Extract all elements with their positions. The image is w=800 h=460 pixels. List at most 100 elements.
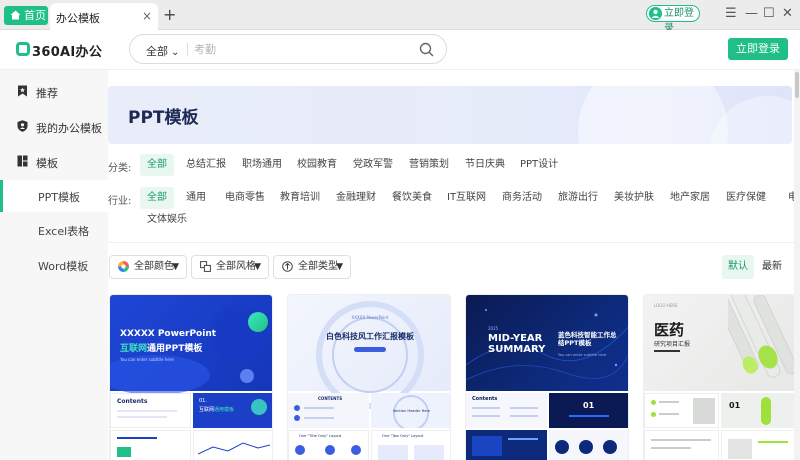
template-thumbnails: Contents 01. 互联网通用模板: [110, 393, 272, 460]
category-chip[interactable]: PPT设计: [520, 154, 558, 176]
cover-line: [654, 350, 680, 352]
thumbnail-number: 01.: [199, 398, 207, 404]
category-chip[interactable]: 营销策划: [409, 154, 449, 176]
sort-default-button[interactable]: 默认: [722, 255, 754, 279]
titlebar-login-button[interactable]: 立即登录: [646, 5, 700, 34]
minimize-icon[interactable]: —: [745, 6, 758, 21]
main-content: PPT模板 分类: 全部 总结汇报 职场通用 校园教育 党政军警 营销策划 节日…: [108, 70, 800, 460]
cover-logo: LOGO HERE: [654, 303, 678, 308]
industry-chip[interactable]: 电商零售: [225, 187, 265, 209]
industry-filter-row: 行业: 全部 通用 电商零售 教育培训 金融理财 餐饮美食 IT互联网 商务活动…: [108, 187, 800, 233]
search-icon[interactable]: [419, 42, 434, 57]
color-wheel-icon: [118, 261, 129, 272]
thumbnail-block: [728, 439, 752, 459]
thumbnail-block: [117, 447, 131, 457]
category-chip[interactable]: 党政军警: [353, 154, 393, 176]
thumbnail: One "Two Only" Layout: [371, 430, 450, 460]
industry-chip[interactable]: 商务活动: [502, 187, 542, 209]
industry-chip[interactable]: 通用: [186, 187, 206, 209]
template-card[interactable]: XXXXX PowerPoint 互联网通用PPT模板 You can ente…: [109, 294, 273, 460]
title-bar: 首页 办公模板 × + 立即登录 ☰ — ☐ ✕: [0, 0, 800, 34]
category-chip[interactable]: 总结汇报: [186, 154, 226, 176]
thumbnail-line: [659, 401, 679, 403]
style-filter-label: 全部风格: [216, 261, 256, 272]
thumbnail-line: [472, 407, 500, 409]
page-banner: PPT模板: [108, 86, 792, 144]
search-divider: [187, 43, 188, 56]
home-tab[interactable]: 首页: [4, 6, 48, 25]
thumbnail: 01: [549, 393, 628, 428]
sidebar-item-excel[interactable]: Excel表格: [0, 214, 108, 246]
industry-chip[interactable]: 金融理财: [336, 187, 376, 209]
thumbnail-line: [651, 439, 711, 441]
industry-chip[interactable]: 餐饮美食: [392, 187, 432, 209]
type-icon: [282, 261, 293, 272]
thumbnail-dot: [295, 445, 305, 455]
category-chip[interactable]: 职场通用: [242, 154, 282, 176]
menu-icon[interactable]: ☰: [725, 6, 737, 21]
cover-small-text: You can enter subtitle here: [120, 357, 174, 362]
divider: [108, 242, 800, 243]
sidebar-item-my-templates[interactable]: 我的办公模板: [0, 110, 108, 144]
sidebar-item-templates[interactable]: 模板: [0, 145, 108, 179]
template-cover: LOGO HERE 医药 研究项目汇报: [644, 295, 794, 391]
industry-chip[interactable]: 全部: [140, 187, 174, 209]
thumbnail-line: [508, 438, 538, 440]
search-input[interactable]: [194, 41, 404, 58]
window-close-icon[interactable]: ✕: [782, 6, 793, 21]
thumbnail-line: [304, 407, 334, 409]
style-filter-dropdown[interactable]: 全部风格 ▼: [191, 255, 269, 279]
new-tab-icon[interactable]: +: [163, 5, 176, 24]
template-card[interactable]: 2025 MID-YEAR SUMMARY 蓝色科技智能工作总结PPT模板 Yo…: [465, 294, 629, 460]
thumbnail-dot: [555, 440, 569, 454]
category-chip[interactable]: 节日庆典: [465, 154, 505, 176]
sidebar-item-word[interactable]: Word模板: [0, 249, 108, 281]
color-filter-label: 全部颜色: [134, 261, 174, 272]
industry-chip[interactable]: 医疗保健: [726, 187, 766, 209]
sidebar-item-ppt[interactable]: PPT模板: [0, 180, 108, 212]
industry-chip[interactable]: 旅游出行: [558, 187, 598, 209]
search-scope-dropdown[interactable]: 全部 ⌄: [146, 43, 179, 59]
industry-chip[interactable]: 文体娱乐: [147, 209, 187, 231]
thumbnail-text-a: 互联网: [199, 407, 215, 413]
sort-newest-button[interactable]: 最新: [762, 255, 782, 279]
thumbnail-line: [117, 416, 167, 418]
category-chip[interactable]: 全部: [140, 154, 174, 176]
template-card[interactable]: XXXXX PowerPoint 白色科技风工作汇报模板 CONTENTS Se…: [287, 294, 451, 460]
login-button[interactable]: 立即登录: [728, 38, 788, 60]
thumbnail: [466, 430, 547, 460]
template-thumbnails: Contents 01: [466, 393, 628, 460]
thumbnail: [549, 430, 628, 460]
cover-decoration: [248, 312, 268, 332]
industry-chip[interactable]: IT互联网: [447, 187, 486, 209]
page-scrollbar[interactable]: [794, 70, 800, 460]
thumbnail-line: [651, 447, 691, 449]
category-row-label: 分类:: [108, 163, 132, 174]
industry-chip[interactable]: 美妆护肤: [614, 187, 654, 209]
thumbnail-line: [117, 410, 177, 412]
cover-decoration: [332, 317, 408, 393]
template-cover: XXXXX PowerPoint 白色科技风工作汇报模板: [288, 295, 450, 409]
cover-title: XXXXX PowerPoint: [120, 329, 217, 339]
industry-chip[interactable]: 地产家居: [670, 187, 710, 209]
grid-icon: [17, 155, 28, 167]
template-card[interactable]: LOGO HERE 医药 研究项目汇报 01: [643, 294, 795, 460]
user-icon: [649, 7, 662, 20]
industry-chip[interactable]: 教育培训: [280, 187, 320, 209]
search-box: 全部 ⌄: [129, 34, 447, 64]
tab-office-templates[interactable]: 办公模板 ×: [50, 3, 158, 30]
sidebar-item-recommend[interactable]: 推荐: [0, 75, 108, 109]
maximize-icon[interactable]: ☐: [763, 6, 775, 21]
close-icon[interactable]: ×: [142, 9, 152, 23]
template-cover: 2025 MID-YEAR SUMMARY 蓝色科技智能工作总结PPT模板 Yo…: [466, 295, 628, 391]
thumbnail: CONTENTS: [288, 393, 369, 428]
thumbnail-dot: [351, 445, 361, 455]
color-filter-dropdown[interactable]: 全部颜色 ▼: [109, 255, 187, 279]
caret-down-icon: ▼: [254, 262, 261, 272]
app-header: 360AI办公 全部⌄ 立即登录: [0, 30, 800, 70]
banner-decoration: [578, 86, 728, 144]
category-chip[interactable]: 校园教育: [297, 154, 337, 176]
thumbnail: One "Title Only" Layout: [288, 430, 369, 460]
scrollbar-thumb[interactable]: [795, 72, 799, 98]
type-filter-dropdown[interactable]: 全部类型 ▼: [273, 255, 351, 279]
